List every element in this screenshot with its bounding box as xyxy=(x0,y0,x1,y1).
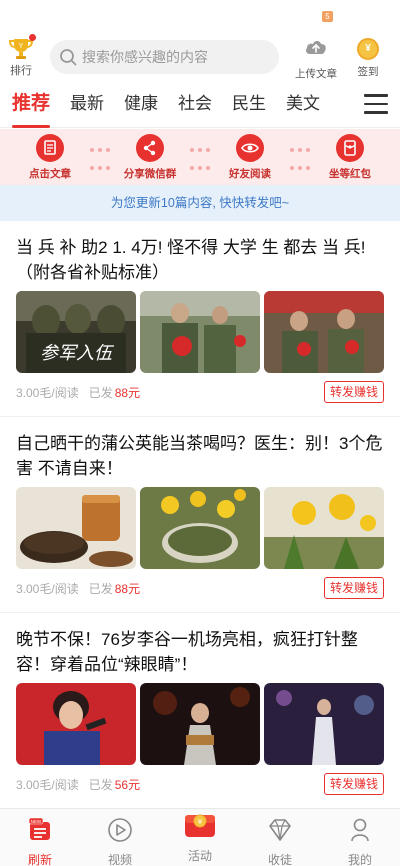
sent-prefix: 已发 xyxy=(88,581,113,596)
sent-amount: 88元 xyxy=(114,581,141,596)
gift-icon: ¥ xyxy=(185,814,215,837)
sent-amount: 88元 xyxy=(114,385,141,400)
nav-apprentice[interactable]: 收徒 xyxy=(240,809,320,866)
price-per-read: 3.00毛/阅读 xyxy=(16,581,79,596)
article-feed: 当 兵 补 助2 1. 4万! 怪不得 大学 生 都去 当 兵! （附各省补贴标… xyxy=(0,221,400,809)
document-icon xyxy=(36,134,64,162)
diamond-icon xyxy=(269,819,291,841)
svg-text:¥: ¥ xyxy=(198,819,202,826)
new-badge: NEW xyxy=(31,819,42,824)
profile-icon xyxy=(351,818,369,842)
refresh-icon: NEW xyxy=(28,817,50,840)
guide-step-label: 坐等红包 xyxy=(329,168,371,180)
menu-icon[interactable] xyxy=(364,94,388,116)
article-meta: 3.00毛/阅读 已发 88元 转发赚钱 xyxy=(16,381,384,403)
article-title[interactable]: 自己晒干的蒲公英能当茶喝吗？医生：别！3个危害 不请自来！ xyxy=(16,431,384,481)
rank-button[interactable]: Y 排行 xyxy=(4,34,38,78)
price-per-read: 3.00毛/阅读 xyxy=(16,385,79,400)
article-image[interactable] xyxy=(264,291,384,373)
top-bar: Y 排行 搜索你感兴趣的内容 5 上传文章 ¥ 签到 xyxy=(0,0,400,84)
guide-step-share: 分享微信群 xyxy=(100,129,210,185)
article-card[interactable]: 当 兵 补 助2 1. 4万! 怪不得 大学 生 都去 当 兵! （附各省补贴标… xyxy=(0,221,400,417)
share-icon xyxy=(136,134,164,162)
sent-prefix: 已发 xyxy=(88,385,113,400)
guide-step-label: 好友阅读 xyxy=(229,168,271,180)
share-earn-button[interactable]: 转发赚钱 xyxy=(323,577,384,599)
play-icon xyxy=(108,818,132,842)
update-banner[interactable]: 为您更新10篇内容, 快快转发吧~ xyxy=(0,185,400,221)
share-earn-button[interactable]: 转发赚钱 xyxy=(323,773,384,795)
red-packet-icon xyxy=(336,134,364,162)
sign-in-button[interactable]: ¥ 签到 xyxy=(350,38,386,79)
tab-health[interactable]: 健康 xyxy=(124,84,158,128)
sent-amount: 56元 xyxy=(114,777,141,792)
tab-latest[interactable]: 最新 xyxy=(70,84,104,128)
eye-icon xyxy=(236,134,264,162)
nav-label: 我的 xyxy=(347,853,372,866)
cloud-upload-icon xyxy=(306,41,326,54)
earning-guide: 点击文章 分享微信群 好友阅读 坐等红包 xyxy=(0,129,400,185)
rank-label: 排行 xyxy=(10,65,32,77)
article-images: 参军入伍 xyxy=(16,291,384,373)
article-meta: 3.00毛/阅读 已发 88元 转发赚钱 xyxy=(16,577,384,599)
bottom-nav: NEW 刷新 视频 ¥ 活动 收徒 我的 xyxy=(0,808,400,866)
article-image[interactable] xyxy=(140,487,260,569)
sign-in-label: 签到 xyxy=(357,66,379,78)
rank-notification-dot xyxy=(29,34,36,41)
price-per-read: 3.00毛/阅读 xyxy=(16,777,79,792)
nav-label: 刷新 xyxy=(27,853,52,866)
search-placeholder: 搜索你感兴趣的内容 xyxy=(82,49,208,65)
guide-step-label: 分享微信群 xyxy=(123,168,177,180)
tab-society[interactable]: 社会 xyxy=(178,84,212,128)
article-image[interactable]: 参军入伍 xyxy=(16,291,136,373)
nav-label: 收徒 xyxy=(267,853,292,866)
upload-article-button[interactable]: 上传文章 xyxy=(291,36,341,81)
article-image[interactable] xyxy=(16,683,136,765)
tab-recommend[interactable]: 推荐 xyxy=(12,84,51,128)
guide-step-redpacket: 坐等红包 xyxy=(300,129,400,185)
search-icon xyxy=(60,49,77,66)
image-caption: 参军入伍 xyxy=(40,343,115,364)
coin-icon: ¥ xyxy=(357,38,379,60)
article-card[interactable]: 晚节不保！76岁李谷一机场亮相，疯狂打针整容！穿着品位“辣眼睛”！ 3.00毛/… xyxy=(0,613,400,809)
guide-step-click: 点击文章 xyxy=(0,129,110,185)
search-input[interactable]: 搜索你感兴趣的内容 xyxy=(50,40,279,74)
nav-label: 活动 xyxy=(187,849,212,863)
guide-step-label: 点击文章 xyxy=(29,168,71,180)
article-title[interactable]: 晚节不保！76岁李谷一机场亮相，疯狂打针整容！穿着品位“辣眼睛”！ xyxy=(16,627,384,677)
upload-label: 上传文章 xyxy=(295,68,337,80)
tab-essay[interactable]: 美文 xyxy=(286,84,320,128)
article-images xyxy=(16,683,384,765)
article-image[interactable] xyxy=(16,487,136,569)
tab-livelihood[interactable]: 民生 xyxy=(232,84,266,128)
article-images xyxy=(16,487,384,569)
article-meta: 3.00毛/阅读 已发 56元 转发赚钱 xyxy=(16,773,384,795)
nav-refresh[interactable]: NEW 刷新 xyxy=(0,809,80,866)
nav-video[interactable]: 视频 xyxy=(80,809,160,866)
nav-profile[interactable]: 我的 xyxy=(320,809,400,866)
article-image[interactable] xyxy=(264,487,384,569)
nav-activity[interactable]: ¥ 活动 xyxy=(160,809,240,866)
article-title[interactable]: 当 兵 补 助2 1. 4万! 怪不得 大学 生 都去 当 兵! （附各省补贴标… xyxy=(16,235,384,285)
share-earn-button[interactable]: 转发赚钱 xyxy=(323,381,384,403)
article-image[interactable] xyxy=(140,291,260,373)
nav-label: 视频 xyxy=(107,853,132,866)
category-tabs: 推荐 最新 健康 社会 民生 美文 xyxy=(0,84,400,128)
guide-step-read: 好友阅读 xyxy=(200,129,310,185)
svg-text:Y: Y xyxy=(19,43,24,50)
sent-prefix: 已发 xyxy=(88,777,113,792)
article-card[interactable]: 自己晒干的蒲公英能当茶喝吗？医生：别！3个危害 不请自来！ 3.00毛/阅读 已… xyxy=(0,417,400,613)
notification-badge: 5 xyxy=(322,11,333,22)
article-image[interactable] xyxy=(264,683,384,765)
trophy-icon: Y xyxy=(8,34,36,60)
article-image[interactable] xyxy=(140,683,260,765)
